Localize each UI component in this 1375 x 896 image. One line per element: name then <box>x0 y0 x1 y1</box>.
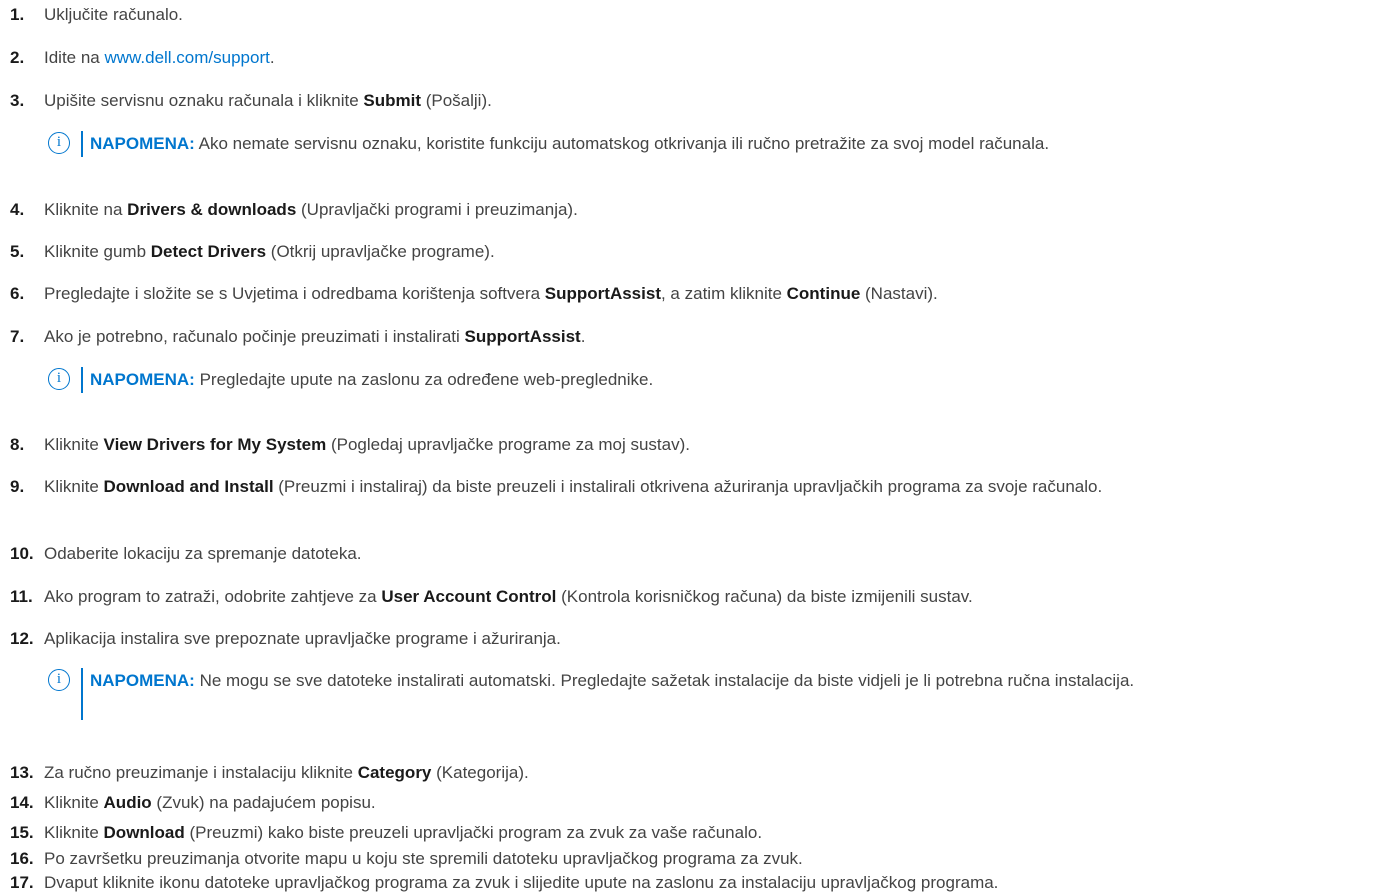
step-number: 12. <box>10 629 34 648</box>
step-text: Pregledajte i složite se s Uvjetima i od… <box>44 284 938 303</box>
step-text: Odaberite lokaciju za spremanje datoteka… <box>44 544 362 563</box>
step-number: 5. <box>10 242 25 261</box>
step-text: Kliknite gumb Detect Drivers (Otkrij upr… <box>44 242 495 261</box>
note-3: i NAPOMENA: Ne mogu se sve datoteke inst… <box>48 668 1375 720</box>
note-divider <box>81 668 83 720</box>
info-circle-icon: i <box>48 368 70 390</box>
step-number: 16. <box>10 849 34 868</box>
step-text: Idite na www.dell.com/support. <box>44 48 275 67</box>
step-number: 8. <box>10 435 25 454</box>
step-text: Kliknite na Drivers & downloads (Upravlj… <box>44 200 578 219</box>
note-2: i NAPOMENA: Pregledajte upute na zaslonu… <box>48 367 1375 393</box>
note-divider <box>81 131 83 157</box>
step-text: Za ručno preuzimanje i instalaciju klikn… <box>44 763 529 782</box>
step-number: 9. <box>10 477 25 496</box>
step-text: Kliknite Download (Preuzmi) kako biste p… <box>44 823 763 842</box>
step-text: Po završetku preuzimanja otvorite mapu u… <box>44 849 803 868</box>
step-text: Kliknite Download and Install (Preuzmi i… <box>44 477 1103 496</box>
step-number: 6. <box>10 284 25 303</box>
note-divider <box>81 367 83 393</box>
step-number: 14. <box>10 793 34 812</box>
step-text: Kliknite Audio (Zvuk) na padajućem popis… <box>44 793 376 812</box>
step-number: 10. <box>10 544 34 563</box>
step-number: 3. <box>10 91 25 110</box>
support-link[interactable]: www.dell.com/support <box>105 48 270 67</box>
step-number: 13. <box>10 763 34 782</box>
step-number: 1. <box>10 5 25 24</box>
step-number: 17. <box>10 873 34 892</box>
info-circle-icon: i <box>48 132 70 154</box>
step-text: Aplikacija instalira sve prepoznate upra… <box>44 629 561 648</box>
document-page: 1. Uključite računalo. 2. Idite na www.d… <box>0 0 1375 896</box>
step-text: Uključite računalo. <box>44 5 183 24</box>
step-number: 2. <box>10 48 25 67</box>
step-number: 11. <box>10 587 33 606</box>
note-text: NAPOMENA: Ako nemate servisnu oznaku, ko… <box>90 134 1050 153</box>
step-text: Upišite servisnu oznaku računala i klikn… <box>44 91 492 110</box>
step-number: 15. <box>10 823 34 842</box>
step-text: Ako je potrebno, računalo počinje preuzi… <box>44 327 586 346</box>
step-text: Dvaput kliknite ikonu datoteke upravljač… <box>44 873 999 892</box>
note-text: NAPOMENA: Pregledajte upute na zaslonu z… <box>90 370 654 389</box>
info-circle-icon: i <box>48 669 70 691</box>
note-1: i NAPOMENA: Ako nemate servisnu oznaku, … <box>48 131 1375 157</box>
step-text: Ako program to zatraži, odobrite zahtjev… <box>44 587 973 606</box>
note-text: NAPOMENA: Ne mogu se sve datoteke instal… <box>90 671 1135 690</box>
step-text: Kliknite View Drivers for My System (Pog… <box>44 435 690 454</box>
step-number: 4. <box>10 200 25 219</box>
step-number: 7. <box>10 327 25 346</box>
